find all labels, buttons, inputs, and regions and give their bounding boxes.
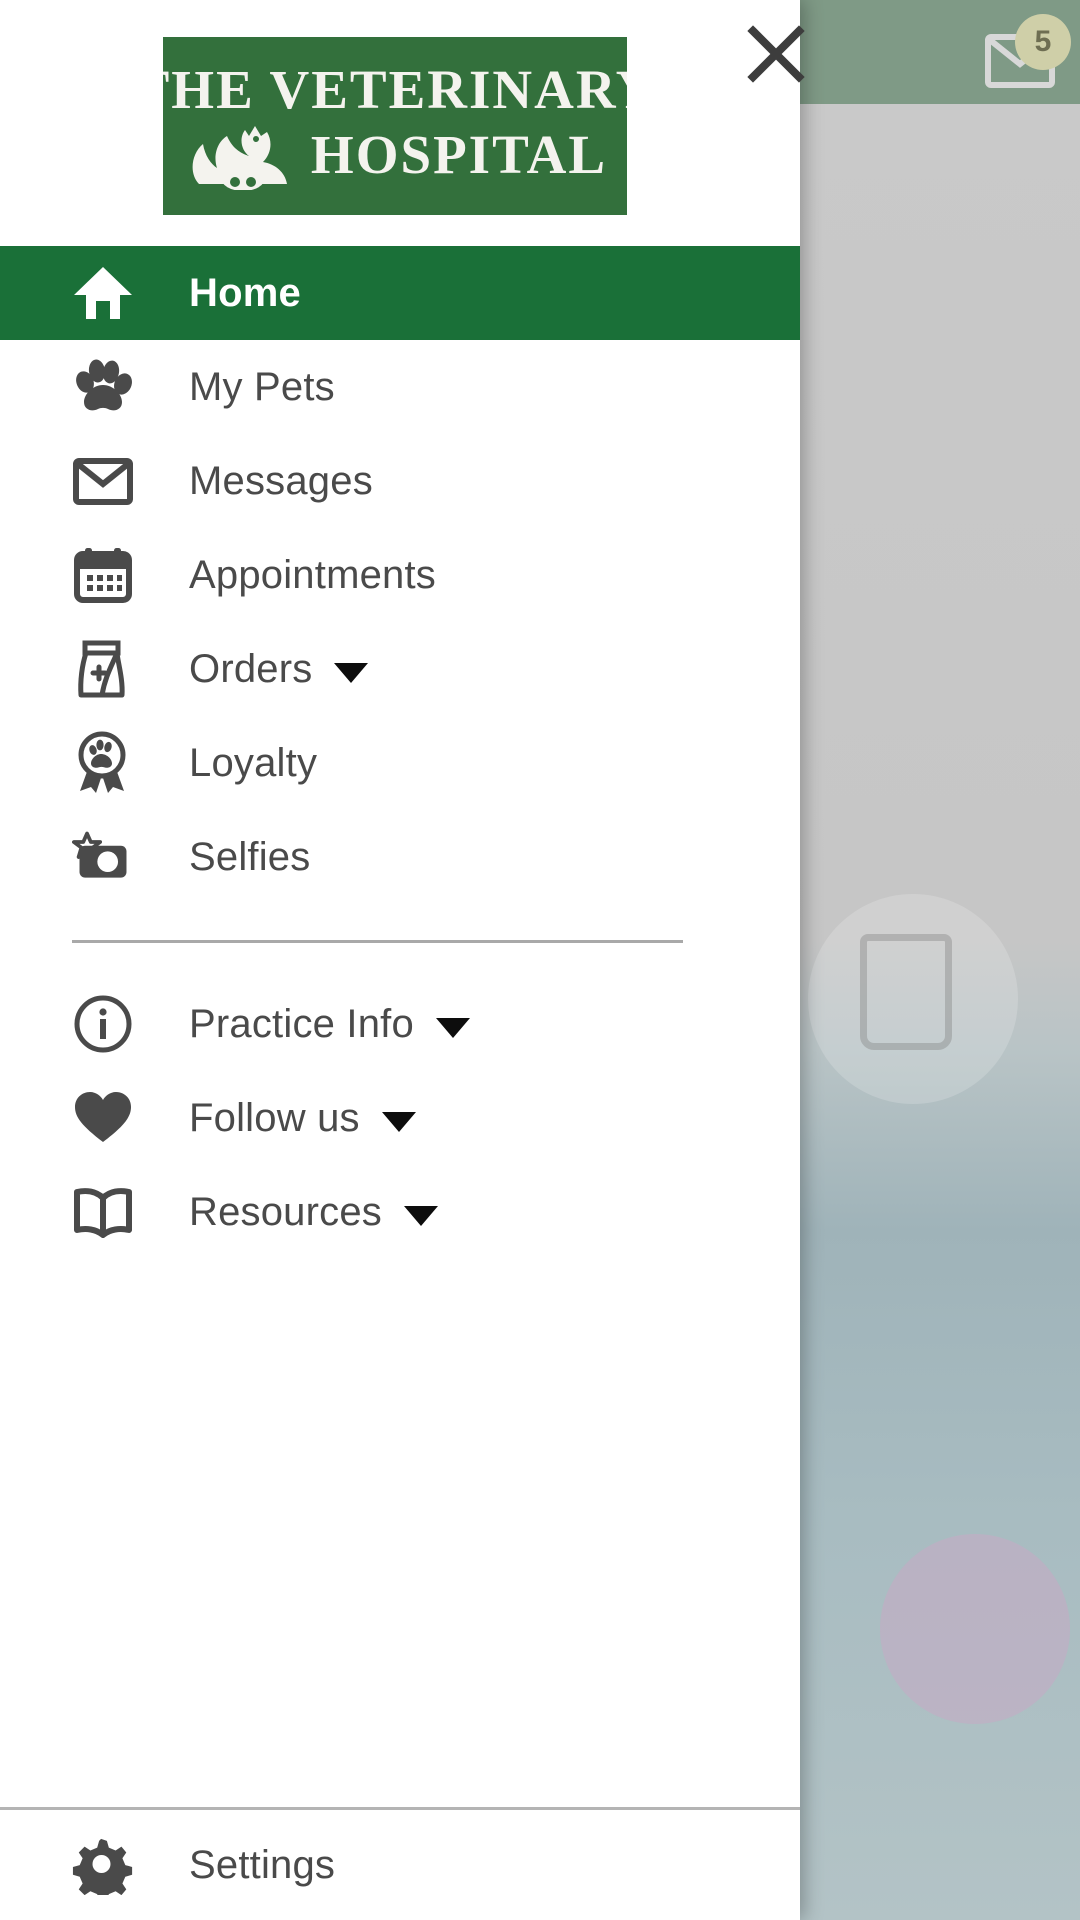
close-icon	[747, 25, 805, 83]
menu-item-loyalty-label: Loyalty	[189, 740, 318, 785]
menu-item-selfies-label: Selfies	[189, 834, 311, 879]
chevron-down-icon[interactable]	[404, 1206, 438, 1226]
menu-item-loyalty[interactable]: Loyalty	[0, 716, 800, 810]
drawer-menu: Home My Pets Messages Appointments Order…	[0, 246, 800, 1807]
paw-icon	[72, 358, 134, 416]
menu-item-messages-label: Messages	[189, 458, 373, 503]
chevron-down-icon[interactable]	[381, 1112, 416, 1132]
menu-item-selfies[interactable]: Selfies	[0, 810, 800, 904]
menu-item-my-pets-label: My Pets	[189, 364, 335, 409]
menu-item-resources-label: Resources	[189, 1189, 382, 1234]
menu-divider	[72, 940, 683, 943]
menu-item-messages[interactable]: Messages	[0, 434, 800, 528]
menu-item-orders-label: Orders	[189, 646, 313, 691]
camera-star-icon	[72, 828, 134, 886]
food-bag-icon	[72, 639, 134, 699]
menu-item-home[interactable]: Home	[0, 246, 800, 340]
menu-item-follow-us-label: Follow us	[189, 1095, 360, 1140]
open-book-icon	[72, 1186, 134, 1238]
chevron-down-icon[interactable]	[435, 1018, 470, 1038]
menu-item-practice-info[interactable]: Practice Info	[0, 977, 800, 1071]
logo-line-1: THE VETERINARY	[163, 58, 627, 120]
menu-item-my-pets[interactable]: My Pets	[0, 340, 800, 434]
info-circle-icon	[72, 993, 134, 1055]
pet-silhouette-icon	[183, 120, 301, 191]
screen: 5 THE VETERINARY H	[0, 0, 1080, 1920]
practice-logo: THE VETERINARY HOSPITAL	[163, 37, 627, 215]
close-drawer-button[interactable]	[726, 4, 826, 104]
navigation-drawer: THE VETERINARY HOSPITAL	[0, 0, 805, 1920]
menu-item-appointments-label: Appointments	[189, 552, 436, 597]
menu-item-follow-us[interactable]: Follow us	[0, 1071, 800, 1165]
menu-item-practice-info-label: Practice Info	[189, 1001, 414, 1046]
menu-item-home-label: Home	[189, 270, 301, 315]
envelope-icon	[72, 455, 134, 507]
logo-line-2: HOSPITAL	[310, 124, 608, 185]
heart-icon	[72, 1090, 134, 1146]
gear-icon	[72, 1835, 134, 1895]
menu-item-appointments[interactable]: Appointments	[0, 528, 800, 622]
menu-item-resources[interactable]: Resources	[0, 1165, 800, 1259]
chevron-down-icon[interactable]	[334, 663, 369, 683]
drawer-header: THE VETERINARY HOSPITAL	[0, 0, 800, 246]
menu-item-orders[interactable]: Orders	[0, 622, 800, 716]
award-paw-icon	[72, 731, 134, 795]
menu-item-settings[interactable]: Settings	[0, 1810, 800, 1920]
home-icon	[72, 263, 134, 323]
menu-item-settings-label: Settings	[189, 1842, 336, 1887]
calendar-icon	[72, 546, 134, 604]
